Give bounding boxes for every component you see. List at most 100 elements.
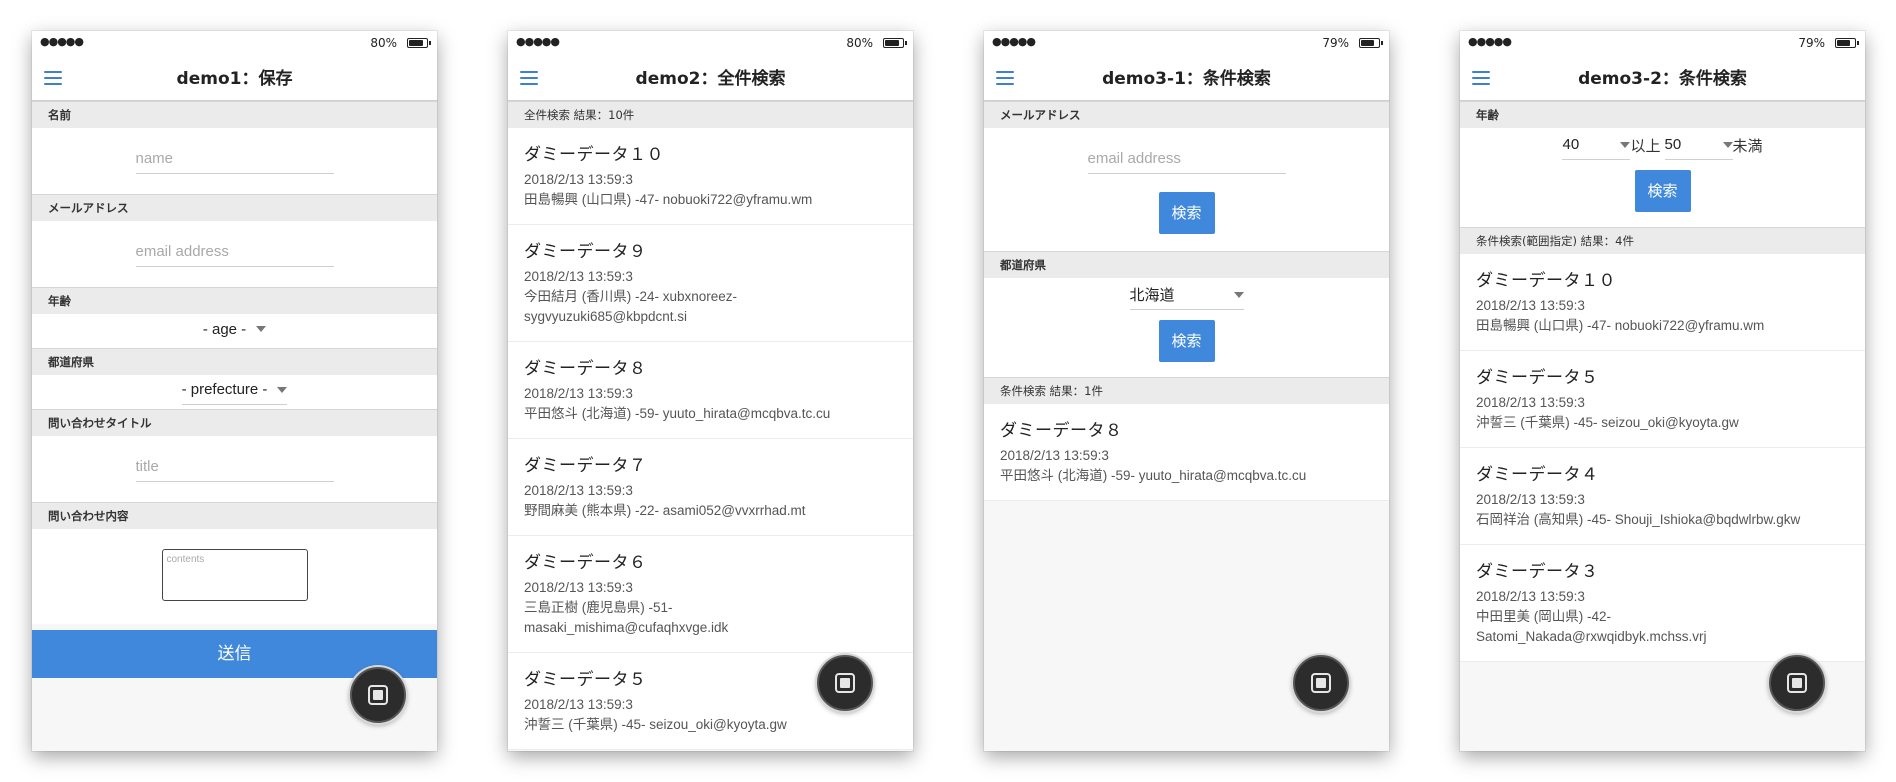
email-input[interactable] xyxy=(1087,144,1286,174)
phone-screen-demo2: ●●●●● 80% demo2：全件検索 全件検索 結果：10件 ダミーデータ１… xyxy=(508,31,913,751)
result-header: 条件検索(範囲指定) 結果：4件 xyxy=(1460,227,1865,254)
nav-bar: demo2：全件検索 xyxy=(508,57,913,101)
inquiry-contents-textarea[interactable] xyxy=(161,549,308,601)
list-item[interactable]: ダミーデータ５ 2018/2/13 13:59:3 沖誓三 (千葉県) -45-… xyxy=(1460,351,1865,448)
signal-indicator: ●●●●● xyxy=(40,35,84,48)
hamburger-menu-icon[interactable] xyxy=(44,71,62,85)
inquiry-contents-section-label: 問い合わせ内容 xyxy=(32,502,437,529)
battery-percent: 80% xyxy=(846,36,873,50)
item-name: ダミーデータ８ xyxy=(524,359,647,379)
item-detail: 野間麻美 (熊本県) -22- asami052@vvxrrhad.mt xyxy=(524,503,806,518)
stop-icon xyxy=(1787,673,1807,693)
hamburger-menu-icon[interactable] xyxy=(520,71,538,85)
prefecture-select[interactable]: - prefecture - xyxy=(181,375,288,405)
item-detail: 平田悠斗 (北海道) -59- yuuto_hirata@mcqbva.tc.c… xyxy=(1000,468,1307,483)
status-bar: ●●●●● 79% xyxy=(984,31,1389,57)
record-stop-button[interactable] xyxy=(817,655,873,711)
age-min-select[interactable]: 40 xyxy=(1562,130,1631,160)
page-title: demo1：保存 xyxy=(176,69,293,89)
item-name: ダミーデータ３ xyxy=(1476,562,1599,582)
result-list: ダミーデータ１０ 2018/2/13 13:59:3 田島暢興 (山口県) -4… xyxy=(1460,254,1865,662)
age-search-button[interactable]: 検索 xyxy=(1634,170,1691,212)
age-max-suffix: 未満 xyxy=(1732,136,1763,155)
list-item[interactable]: ダミーデータ４ 2018/2/13 13:59:3 石岡祥治 (高知県) -45… xyxy=(1460,448,1865,545)
chevron-down-icon xyxy=(1233,291,1244,298)
list-item[interactable]: ダミーデータ８ 2018/2/13 13:59:3 平田悠斗 (北海道) -59… xyxy=(508,342,913,439)
item-date: 2018/2/13 13:59:3 xyxy=(1000,448,1109,463)
item-name: ダミーデータ１０ xyxy=(524,145,664,165)
email-input[interactable] xyxy=(135,237,334,267)
battery-percent: 80% xyxy=(370,36,397,50)
chevron-down-icon xyxy=(256,326,267,332)
page-title: demo3-1：条件検索 xyxy=(1102,69,1271,89)
item-detail: 平田悠斗 (北海道) -59- yuuto_hirata@mcqbva.tc.c… xyxy=(524,406,831,421)
battery-icon xyxy=(1835,38,1859,48)
name-input[interactable] xyxy=(135,144,334,174)
list-item[interactable]: ダミーデータ１０ 2018/2/13 13:59:3 田島暢興 (山口県) -4… xyxy=(1460,254,1865,351)
list-item[interactable]: ダミーデータ６ 2018/2/13 13:59:3 三島正樹 (鹿児島県) -5… xyxy=(508,536,913,653)
stop-icon xyxy=(368,685,388,705)
age-section-label: 年齢 xyxy=(1460,101,1865,128)
prefecture-section-label: 都道府県 xyxy=(32,348,437,375)
battery-icon xyxy=(407,38,431,48)
status-bar: ●●●●● 80% xyxy=(508,31,913,57)
battery-icon xyxy=(883,38,907,48)
item-name: ダミーデータ７ xyxy=(524,456,647,476)
chevron-down-icon xyxy=(277,386,288,393)
result-header: 全件検索 結果：10件 xyxy=(508,101,913,128)
list-item[interactable]: ダミーデータ９ 2018/2/13 13:59:3 今田結月 (香川県) -24… xyxy=(508,225,913,342)
item-date: 2018/2/13 13:59:3 xyxy=(524,483,633,498)
hamburger-menu-icon[interactable] xyxy=(996,71,1014,85)
item-date: 2018/2/13 13:59:3 xyxy=(524,580,633,595)
item-detail: 石岡祥治 (高知県) -45- Shouji_Ishioka@bqdwlrbw.… xyxy=(1476,512,1801,527)
age-max-value: 50 xyxy=(1664,136,1682,153)
list-item[interactable]: ダミーデータ７ 2018/2/13 13:59:3 野間麻美 (熊本県) -22… xyxy=(508,439,913,536)
item-name: ダミーデータ４ xyxy=(1476,465,1599,485)
record-stop-button[interactable] xyxy=(1769,655,1825,711)
item-date: 2018/2/13 13:59:3 xyxy=(1476,589,1585,604)
age-select[interactable]: - age - xyxy=(203,314,267,344)
item-detail: 沖誓三 (千葉県) -45- seizou_oki@kyoyta.gw xyxy=(1476,415,1739,430)
nav-bar: demo1：保存 xyxy=(32,57,437,101)
age-section-label: 年齢 xyxy=(32,287,437,314)
phone-screen-demo1: ●●●●● 80% demo1：保存 名前 メールアドレス 年齢 - age -… xyxy=(32,31,437,751)
item-name: ダミーデータ９ xyxy=(524,242,647,262)
battery-percent: 79% xyxy=(1798,36,1825,50)
list-item[interactable]: ダミーデータ３ 2018/2/13 13:59:3 中田里美 (岡山県) -42… xyxy=(1460,545,1865,662)
signal-indicator: ●●●●● xyxy=(992,35,1036,48)
prefecture-select-value: - prefecture - xyxy=(181,381,268,398)
item-detail: 今田結月 (香川県) -24- xubxnoreez-sygvyuzuki685… xyxy=(524,289,738,324)
item-date: 2018/2/13 13:59:3 xyxy=(1476,395,1585,410)
battery-icon xyxy=(1359,38,1383,48)
stop-icon xyxy=(1311,673,1331,693)
record-stop-button[interactable] xyxy=(350,667,406,723)
item-detail: 三島正樹 (鹿児島県) -51- masaki_mishima@cufaqhxv… xyxy=(524,600,729,635)
battery-percent: 79% xyxy=(1322,36,1349,50)
item-detail: 中田里美 (岡山県) -42- Satomi_Nakada@rxwqidbyk.… xyxy=(1476,609,1707,644)
age-min-suffix: 以上 xyxy=(1630,136,1661,155)
item-date: 2018/2/13 13:59:3 xyxy=(524,172,633,187)
record-stop-button[interactable] xyxy=(1293,655,1349,711)
age-max-select[interactable]: 50 xyxy=(1664,130,1733,160)
item-name: ダミーデータ８ xyxy=(1000,421,1123,441)
stop-icon xyxy=(835,673,855,693)
chevron-down-icon xyxy=(1620,141,1631,148)
list-item[interactable]: ダミーデータ１０ 2018/2/13 13:59:3 田島暢興 (山口県) -4… xyxy=(508,128,913,225)
phone-screen-demo3-2: ●●●●● 79% demo3-2：条件検索 年齢 40 以上 50 未満 検索 xyxy=(1460,31,1865,751)
inquiry-title-section-label: 問い合わせタイトル xyxy=(32,409,437,436)
email-search-button[interactable]: 検索 xyxy=(1158,192,1215,234)
prefecture-section-label: 都道府県 xyxy=(984,251,1389,278)
hamburger-menu-icon[interactable] xyxy=(1472,71,1490,85)
list-item[interactable]: ダミーデータ８ 2018/2/13 13:59:3 平田悠斗 (北海道) -59… xyxy=(984,404,1389,501)
prefecture-search-button[interactable]: 検索 xyxy=(1158,320,1215,362)
signal-indicator: ●●●●● xyxy=(1468,35,1512,48)
chevron-down-icon xyxy=(1722,141,1733,148)
age-min-value: 40 xyxy=(1562,136,1580,153)
email-section-label: メールアドレス xyxy=(32,194,437,221)
page-title: demo3-2：条件検索 xyxy=(1578,69,1747,89)
nav-bar: demo3-1：条件検索 xyxy=(984,57,1389,101)
prefecture-select[interactable]: 北海道 xyxy=(1129,280,1244,310)
inquiry-title-input[interactable] xyxy=(135,452,334,482)
item-detail: 田島暢興 (山口県) -47- nobuoki722@yframu.wm xyxy=(1476,318,1765,333)
item-date: 2018/2/13 13:59:3 xyxy=(524,269,633,284)
